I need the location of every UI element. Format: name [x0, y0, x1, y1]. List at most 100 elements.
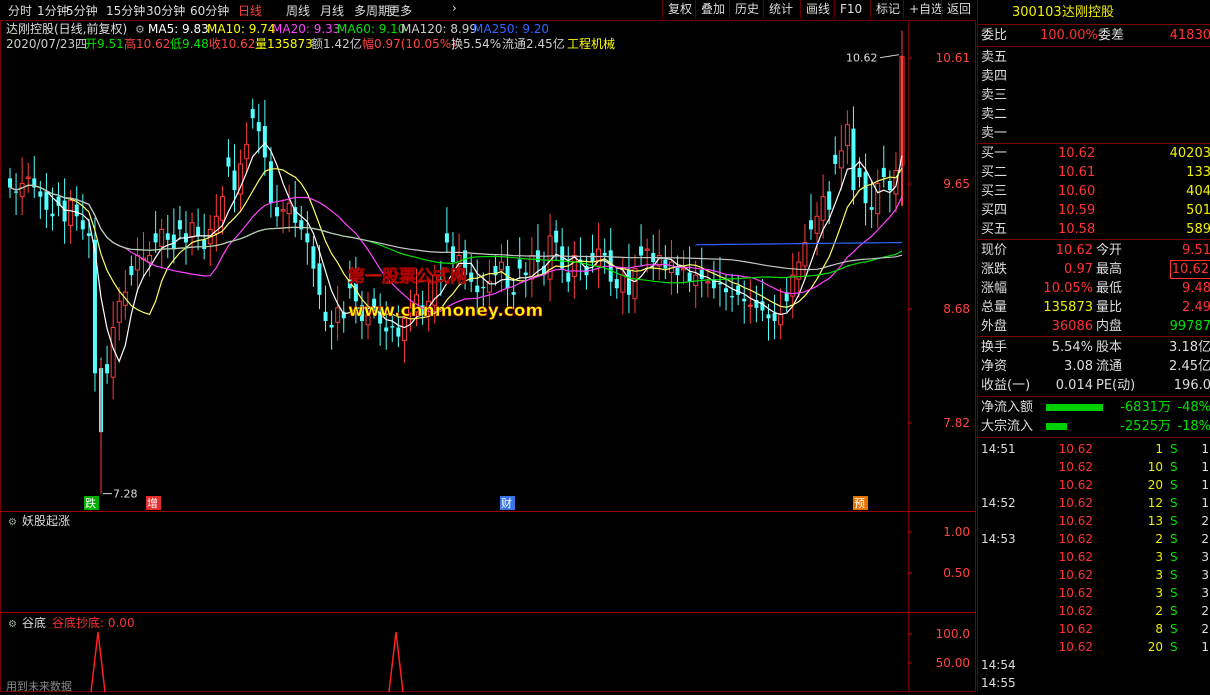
stat-value-1a: 0.97	[1064, 262, 1093, 277]
flow-pct-1: -18%	[1177, 419, 1210, 434]
tick-volume: 2	[1155, 604, 1163, 618]
ohlc-info-6: 额1.42亿	[311, 36, 362, 51]
period-tab-10[interactable]: 更多	[388, 2, 412, 19]
ma-label-5: MA250: 9.20	[473, 22, 549, 36]
indicator2-value: 谷底抄底: 0.00	[52, 615, 135, 630]
tick-row: 14:52 10.62 12 S 1	[978, 494, 1210, 512]
bid-price-3: 10.60	[1058, 184, 1096, 199]
stat-label-2b: 最低	[1096, 281, 1123, 296]
bid-vol-2: 133	[1186, 165, 1210, 180]
tick-count: 1	[1201, 496, 1209, 510]
indicator1-gear-icon[interactable]: ⚙	[8, 517, 17, 528]
event-marker-0[interactable]: 跌	[85, 496, 96, 510]
indicator1-name: 妖股起涨	[22, 513, 70, 528]
flow-bar-1	[1046, 423, 1067, 430]
ohlc-info-0: 2020/07/23四	[6, 37, 87, 51]
period-tab-7[interactable]: 周线	[286, 2, 310, 19]
ohlc-info-8: 换5.54%	[451, 37, 501, 51]
bid-level-1: 买一	[981, 146, 1008, 161]
kline-chart[interactable]: 达刚控股(日线,前复权) ⚙ MA5: 9.83MA10: 9.74MA20: 9.…	[0, 20, 976, 693]
kline-chart-area[interactable]: 达刚控股(日线,前复权) ⚙ MA5: 9.83 MA10: 9.74 MA20: 9.…	[0, 20, 976, 693]
flow-value-1: -2525万	[1120, 419, 1171, 434]
toolbar-button-5[interactable]: F10	[834, 0, 867, 19]
settings-gear-icon[interactable]: ⚙	[135, 23, 145, 36]
tick-count: 1	[1201, 460, 1209, 474]
period-tab-5[interactable]: 60分钟	[190, 2, 229, 19]
tick-time: 14:55	[981, 676, 1016, 690]
bid-price-2: 10.61	[1058, 165, 1096, 180]
toolbar-button-4[interactable]: 画线	[800, 0, 835, 19]
tick-row: 14:51 10.62 1 S 1	[978, 440, 1210, 458]
tick-row: 14:53 10.62 2 S 2	[978, 530, 1210, 548]
quote-panel: 300103 达刚控股 委比 100.00% 委差 41830 卖五 卖四 卖三 卖二 卖一 买一 10…	[977, 0, 1210, 692]
period-tab-2[interactable]: 5分钟	[66, 2, 98, 19]
toolbar-button-2[interactable]: 历史	[729, 0, 764, 19]
tick-volume: 1	[1155, 442, 1163, 456]
tick-price: 10.62	[1058, 496, 1093, 510]
bid-price-5: 10.58	[1058, 222, 1096, 237]
stat2-value-2a: 0.014	[1055, 378, 1093, 393]
ma-label-1: MA10: 9.74	[207, 22, 275, 36]
period-tab-0[interactable]: 分时	[8, 2, 32, 19]
tick-count: 2	[1201, 514, 1209, 528]
tick-time: 14:51	[981, 442, 1016, 456]
tick-time: 14:53	[981, 532, 1016, 546]
event-marker-2[interactable]: 财	[501, 496, 512, 510]
bid-level-4: 买四	[981, 203, 1008, 218]
toolbar-button-1[interactable]: 叠加	[695, 0, 730, 19]
ma-label-2: MA20: 9.33	[272, 22, 340, 36]
indicator2-gear-icon[interactable]: ⚙	[8, 619, 17, 630]
low-price-label: 7.28	[113, 488, 138, 501]
stat2-label-0a: 换手	[981, 340, 1008, 355]
high-price-label: 10.62	[846, 52, 878, 65]
stat-label-3a: 总量	[981, 300, 1008, 315]
bid-vol-3: 404	[1186, 184, 1210, 199]
period-tab-4[interactable]: 30分钟	[146, 2, 185, 19]
tick-price: 10.62	[1058, 586, 1093, 600]
ohlc-info-7: 幅0.97(10.05%)	[362, 36, 456, 51]
period-tab-1[interactable]: 1分钟	[37, 2, 69, 19]
toolbar-button-3[interactable]: 统计	[763, 0, 798, 19]
stat-label-0a: 现价	[981, 243, 1008, 258]
tick-row: 10.62 2 S 2	[978, 602, 1210, 620]
tick-row: 10.62 20 S 1	[978, 476, 1210, 494]
period-tab-6[interactable]: 日线	[238, 2, 262, 19]
stat-value-4a: 36086	[1051, 319, 1093, 334]
tick-count: 1	[1201, 442, 1209, 456]
toolbar-button-0[interactable]: 复权	[662, 0, 697, 19]
tick-volume: 3	[1155, 586, 1163, 600]
stat2-value-1b: 2.45亿	[1169, 359, 1210, 374]
toolbar-button-8[interactable]: 返回	[941, 0, 976, 19]
bid-price-4: 10.59	[1058, 203, 1096, 218]
stat2-label-0b: 股本	[1096, 340, 1123, 355]
stat-label-3b: 量比	[1096, 300, 1123, 315]
stat-value-3a: 135873	[1043, 300, 1093, 315]
ask-level-1: 卖一	[981, 126, 1008, 141]
stat-label-0b: 今开	[1096, 243, 1123, 258]
event-marker-1[interactable]: 增	[147, 496, 158, 510]
toolbar-button-6[interactable]: 标记	[870, 0, 905, 19]
stat-value-1b: 10.62	[1169, 260, 1210, 279]
tick-side: S	[1170, 604, 1178, 618]
ma-label-3: MA60: 9.10	[337, 22, 405, 36]
tick-side: S	[1170, 640, 1178, 654]
event-marker-3[interactable]: 预	[854, 497, 865, 510]
tick-side: S	[1170, 478, 1178, 492]
period-tab-9[interactable]: 多周期	[354, 2, 390, 19]
tick-count: 3	[1201, 586, 1209, 600]
stock-name: 达刚控股	[1062, 5, 1115, 20]
ohlc-info-1: 开9.51	[85, 37, 124, 51]
tick-side: S	[1170, 622, 1178, 636]
stat2-label-1a: 净资	[981, 359, 1008, 374]
tick-price: 10.62	[1058, 622, 1093, 636]
period-tab-8[interactable]: 月线	[320, 2, 344, 19]
tick-count: 2	[1201, 532, 1209, 546]
tick-time: 14:54	[981, 658, 1016, 672]
tick-volume: 3	[1155, 550, 1163, 564]
stat-label-4b: 内盘	[1096, 319, 1123, 334]
indicator1-axis-0: 1.00	[943, 525, 970, 539]
tick-price: 10.62	[1058, 604, 1093, 618]
tick-volume: 13	[1147, 514, 1163, 528]
period-tab-3[interactable]: 15分钟	[106, 2, 145, 19]
tick-row: 10.62 8 S 2	[978, 620, 1210, 638]
